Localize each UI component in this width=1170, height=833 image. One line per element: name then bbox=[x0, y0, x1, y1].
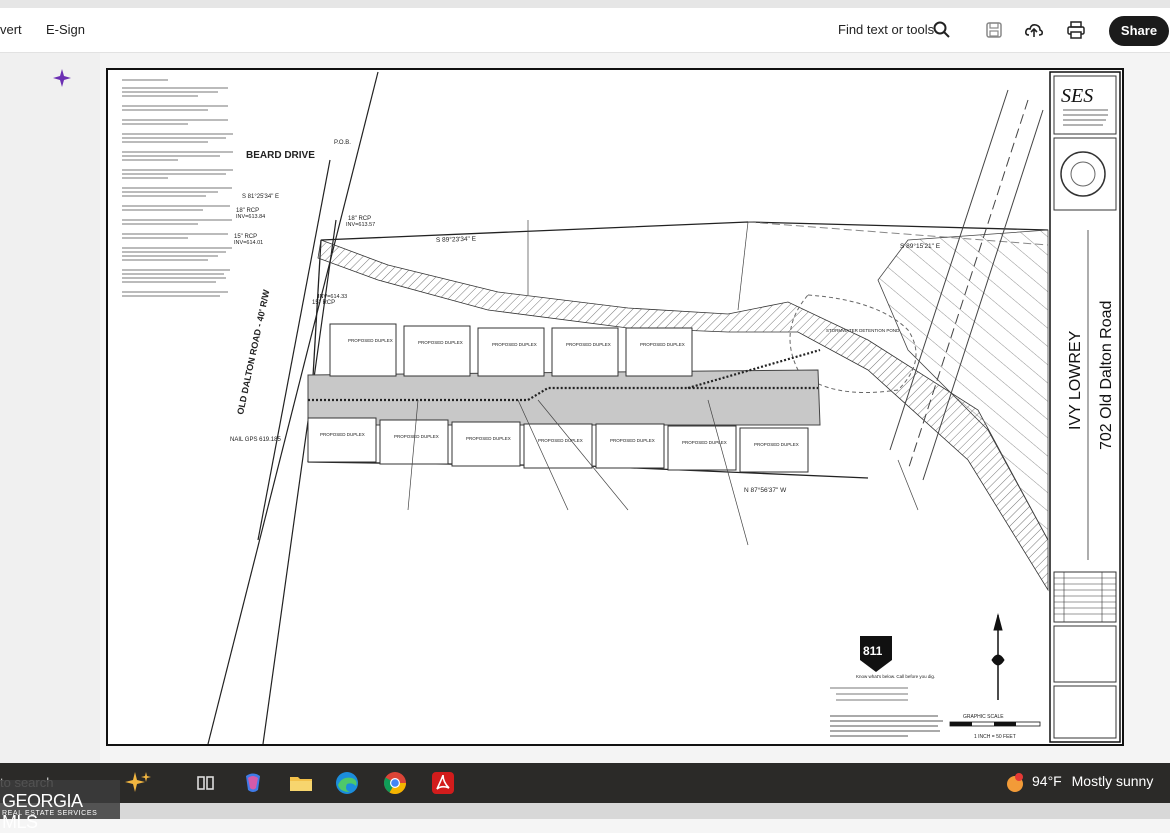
property-boundary bbox=[320, 221, 1049, 241]
temperature-text: 94°F bbox=[1032, 773, 1062, 789]
bearing-label: N 87°56'37" W bbox=[744, 486, 787, 494]
detention-label: STORMWATER DETENTION POND bbox=[826, 328, 900, 333]
revision-table bbox=[1053, 571, 1117, 623]
weather-sun-icon[interactable] bbox=[1000, 768, 1030, 798]
north-arrow bbox=[991, 613, 1005, 700]
duplex-label: PROPOSED DUPLEX bbox=[754, 442, 799, 447]
duplex-label: PROPOSED DUPLEX bbox=[492, 342, 537, 347]
chrome-browser-icon[interactable] bbox=[380, 768, 410, 798]
access-drive bbox=[307, 369, 821, 426]
ai-assistant-sparkle-icon[interactable] bbox=[52, 68, 72, 88]
duplex-label: PROPOSED DUPLEX bbox=[320, 432, 365, 437]
duplex-label: PROPOSED DUPLEX bbox=[566, 342, 611, 347]
duplex-label: PROPOSED DUPLEX bbox=[348, 338, 393, 343]
esign-menu[interactable]: E-Sign bbox=[46, 22, 85, 37]
bearing-label: S 89°23'34" E bbox=[436, 235, 477, 244]
task-view-icon[interactable] bbox=[190, 768, 220, 798]
graphic-scale: GRAPHIC SCALE 1 INCH = 50 FEET bbox=[949, 714, 1041, 740]
scale-ratio-label: 1 INCH = 50 FEET bbox=[974, 734, 1016, 740]
bottom-strip bbox=[0, 803, 1170, 819]
call-before-dig-text: Know what's below. Call before you dig. bbox=[856, 674, 935, 679]
nail-gps-label: NAIL GPS 619.185 bbox=[230, 437, 281, 443]
call-811-logo: 811 Know what's below. Call before you d… bbox=[830, 636, 935, 701]
invert-label: INV=614.33 bbox=[318, 294, 347, 300]
duplex-label: PROPOSED DUPLEX bbox=[466, 436, 511, 441]
site-plan-drawing: PROPOSED DUPLEX PROPOSED DUPLEX PROPOSED… bbox=[122, 71, 1121, 744]
firm-logo-text: SES bbox=[1061, 85, 1093, 107]
search-icon[interactable] bbox=[932, 20, 952, 40]
proposed-duplexes-south-row bbox=[307, 417, 809, 473]
call-811-number: 811 bbox=[863, 644, 883, 658]
duplex-label: PROPOSED DUPLEX bbox=[640, 342, 685, 347]
title-block: SES 702 Old Dalton Road IVY LOWREY bbox=[1049, 71, 1121, 743]
left-side-panel bbox=[0, 53, 100, 763]
duplex-label: PROPOSED DUPLEX bbox=[610, 438, 655, 443]
invert-label: INV=614.01 bbox=[234, 240, 263, 246]
weather-condition-text: Mostly sunny bbox=[1071, 773, 1154, 789]
road-label-old-dalton: OLD DALTON ROAD - 40' R/W bbox=[235, 288, 271, 415]
print-icon[interactable] bbox=[1066, 20, 1086, 40]
copilot-sparkle-icon[interactable] bbox=[123, 768, 153, 798]
duplex-label: PROPOSED DUPLEX bbox=[394, 434, 439, 439]
project-address: 702 Old Dalton Road bbox=[1098, 301, 1115, 450]
georgia-mls-watermark: GEORGIA MLS REAL ESTATE SERVICES bbox=[0, 780, 120, 832]
project-title: IVY LOWREY bbox=[1067, 330, 1084, 430]
bearing-label: S 89°15'21" E bbox=[900, 242, 941, 250]
acrobat-app-icon[interactable] bbox=[428, 768, 458, 798]
cloud-upload-icon[interactable] bbox=[1024, 20, 1044, 40]
convert-menu[interactable]: vert bbox=[0, 22, 22, 37]
save-icon[interactable] bbox=[984, 20, 1004, 40]
edge-browser-icon[interactable] bbox=[332, 768, 362, 798]
georgia-mls-tagline: REAL ESTATE SERVICES bbox=[2, 810, 98, 817]
weather-widget[interactable]: 94°F Mostly sunny bbox=[1032, 773, 1153, 789]
proposed-duplexes-north-row bbox=[329, 323, 693, 377]
duplex-label: PROPOSED DUPLEX bbox=[418, 340, 463, 345]
bearing-label: S 81°25'34" E bbox=[242, 194, 279, 200]
site-plan-drawing-sheet: PROPOSED DUPLEX PROPOSED DUPLEX PROPOSED… bbox=[106, 68, 1124, 746]
windows-taskbar bbox=[0, 763, 1170, 803]
file-explorer-icon[interactable] bbox=[286, 768, 316, 798]
pob-label: P.O.B. bbox=[334, 140, 351, 146]
invert-label: INV=613.84 bbox=[236, 214, 265, 220]
pipe-label: 15" RCP bbox=[312, 300, 335, 306]
copilot-app-icon[interactable] bbox=[238, 768, 268, 798]
bottom-notes-block bbox=[830, 715, 943, 737]
general-notes-block bbox=[122, 79, 233, 297]
pdf-toolbar: vert E-Sign Find text or tools Share bbox=[0, 8, 1170, 53]
road-label-beard-drive: BEARD DRIVE bbox=[246, 150, 315, 161]
graphic-scale-label: GRAPHIC SCALE bbox=[963, 714, 1004, 720]
share-button[interactable]: Share bbox=[1109, 16, 1169, 46]
find-text-tools-button[interactable]: Find text or tools bbox=[838, 22, 934, 37]
invert-label: INV=613.57 bbox=[346, 222, 375, 228]
duplex-label: PROPOSED DUPLEX bbox=[538, 438, 583, 443]
